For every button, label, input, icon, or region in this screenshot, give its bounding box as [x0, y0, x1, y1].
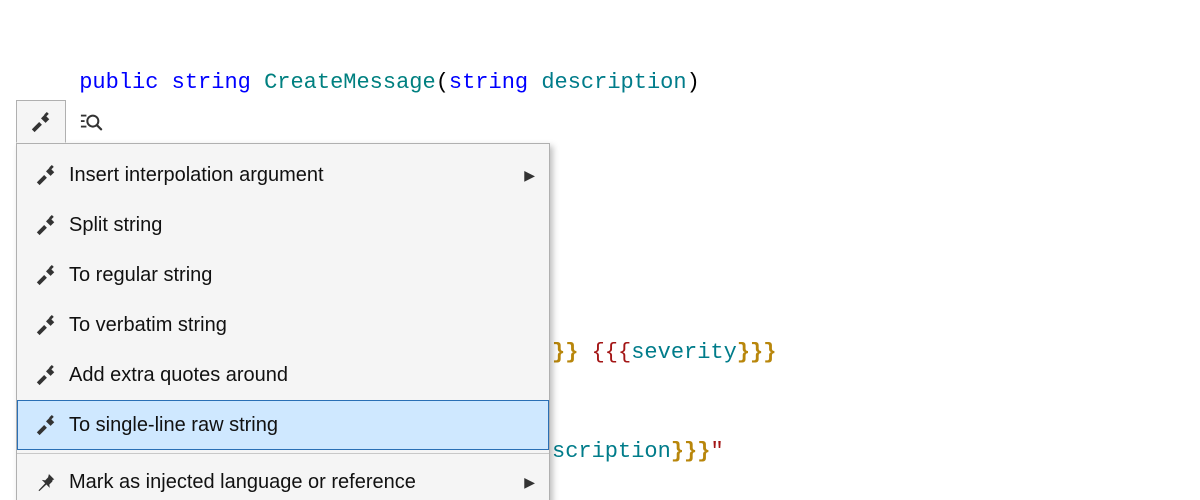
menu-item-label: To verbatim string	[65, 310, 535, 340]
brace-token: }}	[552, 340, 578, 365]
menu-item[interactable]: Split string	[17, 200, 549, 250]
popup-tabs	[16, 100, 550, 144]
hammer-icon	[35, 264, 57, 286]
param-type: string	[449, 70, 528, 95]
menu-item[interactable]: Mark as injected language or reference▶	[17, 457, 549, 500]
menu-item-label: Mark as injected language or reference	[65, 467, 524, 497]
menu-item[interactable]: To single-line raw string	[17, 400, 549, 450]
method-name: CreateMessage	[264, 70, 436, 95]
keyword-public: public	[79, 70, 158, 95]
chevron-right-icon: ▶	[524, 165, 535, 186]
menu-item-label: Split string	[65, 210, 535, 240]
menu-item[interactable]: To verbatim string	[17, 300, 549, 350]
hammer-icon	[35, 364, 57, 386]
menu-item[interactable]: Add extra quotes around	[17, 350, 549, 400]
code-editor[interactable]: public string CreateMessage(string descr…	[0, 0, 1200, 500]
paren-open: (	[436, 70, 449, 95]
tab-inspections[interactable]	[66, 100, 116, 143]
param-name: description	[541, 70, 686, 95]
interp-var: severity	[631, 340, 737, 365]
menu-separator	[17, 453, 549, 454]
menu-item-label: Insert interpolation argument	[65, 160, 524, 190]
string-text: {{{	[578, 340, 631, 365]
paren-close: )	[687, 70, 700, 95]
actions-menu: Insert interpolation argument▶Split stri…	[16, 143, 550, 500]
chevron-right-icon: ▶	[524, 472, 535, 493]
hammer-icon	[35, 414, 57, 436]
brace-token: }}}	[737, 340, 777, 365]
menu-item-label: To regular string	[65, 260, 535, 290]
menu-item-label: To single-line raw string	[65, 410, 535, 440]
menu-item[interactable]: To regular string	[17, 250, 549, 300]
quick-actions-popup: Insert interpolation argument▶Split stri…	[16, 100, 550, 500]
interp-var-frag: scription	[552, 439, 671, 464]
menu-item[interactable]: Insert interpolation argument▶	[17, 150, 549, 200]
hammer-icon	[35, 164, 57, 186]
search-settings-icon	[79, 111, 103, 133]
menu-item-label: Add extra quotes around	[65, 360, 535, 390]
code-fragment: }} {{{severity}}} scription}}}"	[552, 270, 776, 500]
hammer-icon	[35, 314, 57, 336]
string-quote: "	[710, 439, 723, 464]
hammer-icon	[30, 111, 52, 133]
brace-token: }}}	[671, 439, 711, 464]
code-line: public string CreateMessage(string descr…	[0, 66, 700, 99]
hammer-icon	[35, 214, 57, 236]
tab-actions[interactable]	[16, 100, 66, 143]
pin-icon	[36, 471, 56, 493]
keyword-string: string	[172, 70, 251, 95]
